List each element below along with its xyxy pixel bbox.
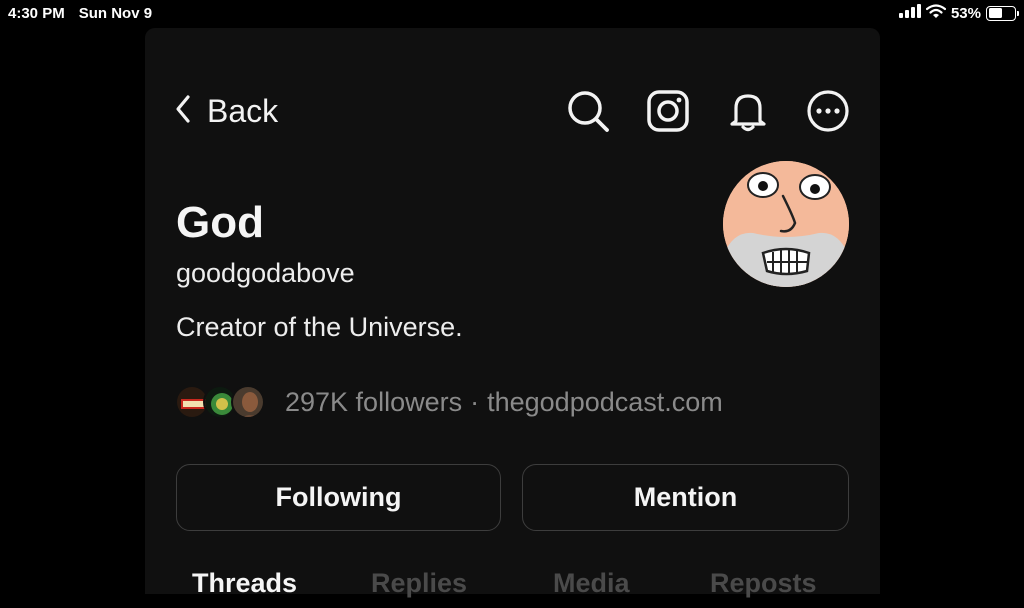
profile-link[interactable]: thegodpodcast.com: [487, 387, 723, 418]
instagram-icon[interactable]: [646, 89, 690, 133]
tab-media[interactable]: Media: [553, 568, 630, 599]
follower-avatars[interactable]: [175, 385, 265, 419]
avatar[interactable]: [723, 161, 849, 287]
back-button[interactable]: Back: [175, 88, 278, 134]
signal-icon: [898, 4, 921, 22]
profile-panel: Back God goodgodabove Creator of the Uni…: [145, 28, 880, 598]
mention-button[interactable]: Mention: [522, 464, 849, 531]
tab-reposts[interactable]: Reposts: [710, 568, 817, 599]
back-label: Back: [207, 92, 279, 129]
status-date: Sun Nov 9: [78, 4, 153, 22]
status-time: 4:30 PM: [8, 4, 65, 22]
wifi-icon: [925, 3, 947, 23]
follower-avatar: [231, 385, 265, 419]
separator: ·: [470, 386, 480, 417]
battery-icon: [986, 5, 1019, 21]
bell-icon[interactable]: [726, 89, 770, 133]
following-button[interactable]: Following: [176, 464, 501, 531]
battery-percent: 53%: [950, 4, 981, 22]
chevron-left-icon: [175, 94, 191, 129]
battery-fill: [988, 8, 1002, 18]
followers-count[interactable]: 297K followers: [285, 387, 462, 418]
tab-replies[interactable]: Replies: [371, 568, 467, 599]
status-right: 53%: [898, 3, 1019, 23]
followers-row: 297K followers · thegodpodcast.com: [175, 382, 723, 422]
profile-bio: Creator of the Universe.: [176, 312, 463, 342]
more-icon[interactable]: [806, 89, 850, 133]
profile-handle: goodgodabove: [176, 258, 355, 288]
profile-name: God: [176, 198, 264, 247]
nav-icons: [566, 88, 850, 134]
status-bar: 4:30 PM Sun Nov 9 53%: [0, 0, 1024, 26]
search-icon[interactable]: [566, 89, 610, 133]
profile-tabs: Threads Replies Media Reposts: [145, 568, 880, 608]
followers-info: 297K followers · thegodpodcast.com: [285, 387, 723, 418]
top-nav: Back: [145, 88, 880, 134]
status-left: 4:30 PM Sun Nov 9: [8, 5, 152, 22]
tab-threads[interactable]: Threads: [192, 568, 297, 599]
